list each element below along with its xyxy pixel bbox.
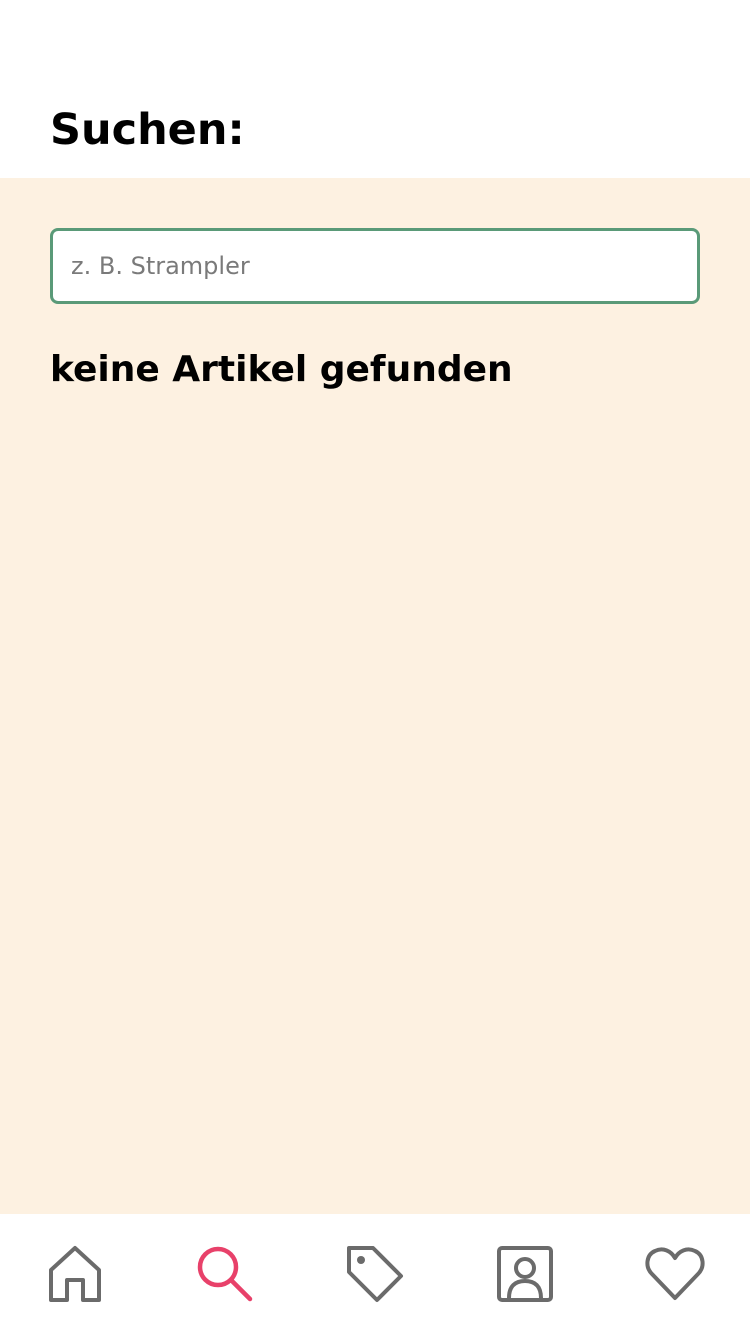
search-content: keine Artikel gefunden xyxy=(0,178,750,1214)
heart-icon xyxy=(645,1247,705,1300)
bottom-navigation xyxy=(0,1214,750,1334)
profile-icon xyxy=(497,1246,553,1302)
page-title: Suchen: xyxy=(50,105,245,155)
search-icon xyxy=(197,1246,253,1302)
home-icon xyxy=(49,1246,101,1302)
nav-item-search[interactable] xyxy=(150,1214,300,1334)
nav-item-home[interactable] xyxy=(0,1214,150,1334)
empty-results-message: keine Artikel gefunden xyxy=(50,349,513,390)
nav-item-favorites[interactable] xyxy=(600,1214,750,1334)
nav-item-profile[interactable] xyxy=(450,1214,600,1334)
tag-icon xyxy=(347,1246,403,1302)
header: Suchen: xyxy=(0,0,750,178)
search-input[interactable] xyxy=(50,228,700,304)
nav-item-tag[interactable] xyxy=(300,1214,450,1334)
